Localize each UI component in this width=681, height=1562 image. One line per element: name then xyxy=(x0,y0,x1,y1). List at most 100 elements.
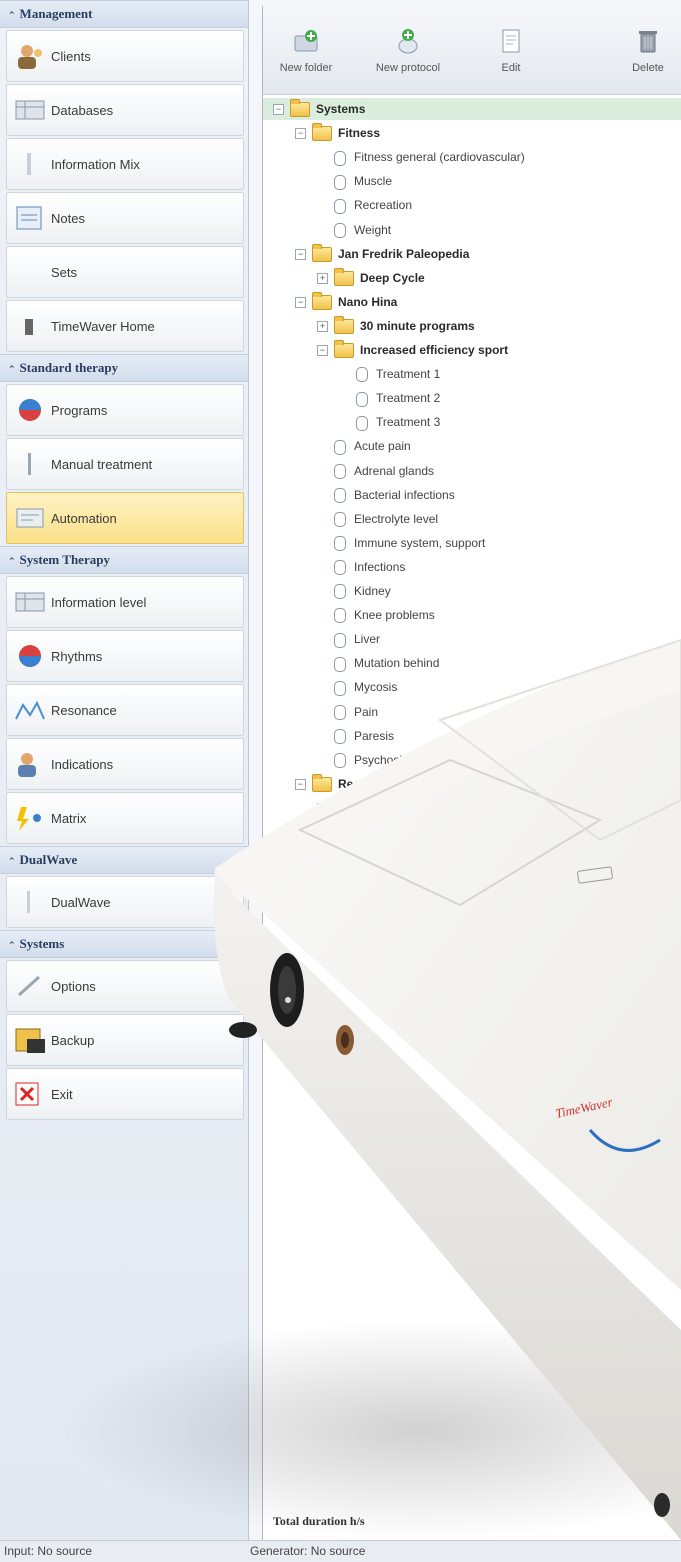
sidebar-item-clients[interactable]: Clients xyxy=(6,30,244,82)
expand-icon[interactable]: + xyxy=(317,273,328,285)
tree-protocol[interactable]: Knee problems xyxy=(263,604,435,626)
tree-protocol[interactable]: Electrolyte level xyxy=(263,508,438,530)
tree-protocol[interactable]: Treatment 1 xyxy=(263,363,440,385)
collapse-icon[interactable]: − xyxy=(295,297,306,309)
sidebar-item-matrix[interactable]: Matrix xyxy=(6,792,244,844)
tree-protocol[interactable]: Acute pain xyxy=(263,435,411,457)
tree-item-label: Kidney xyxy=(354,584,391,598)
sidebar-item-label: Resonance xyxy=(51,702,117,718)
protocol-icon xyxy=(356,367,368,383)
sidebar-item-exit[interactable]: Exit xyxy=(6,1068,244,1120)
sidebar-item-databases[interactable]: Databases xyxy=(6,84,244,136)
sidebar-item-label: Automation xyxy=(51,510,117,526)
expand-icon[interactable]: + xyxy=(317,803,328,815)
collapse-icon[interactable]: − xyxy=(295,248,306,260)
sidebar-item-timewaver-home[interactable]: TimeWaver Home xyxy=(6,300,244,352)
section-header-standard-therapy[interactable]: ⌃ Standard therapy xyxy=(0,354,248,382)
expand-icon[interactable]: + xyxy=(317,321,328,333)
section-header-system-therapy[interactable]: ⌃ System Therapy xyxy=(0,546,248,574)
tree-item-label: 30 minute programs xyxy=(360,318,475,333)
sidebar-item-label: DualWave xyxy=(51,894,111,910)
tree-folder[interactable]: + Fakleme xyxy=(263,797,408,819)
sidebar-item-programs[interactable]: Programs xyxy=(6,384,244,436)
tree-protocol[interactable]: Pain xyxy=(263,701,378,723)
collapse-icon[interactable]: − xyxy=(295,779,306,791)
tree-folder[interactable]: − Nano Hina xyxy=(263,291,397,313)
tree-protocol[interactable]: Mycosis xyxy=(263,676,397,698)
expand-icon[interactable]: + xyxy=(295,875,306,887)
tree-item-label: Infections xyxy=(354,559,406,574)
tree-protocol[interactable]: Adrenal glands xyxy=(263,460,434,482)
sidebar-item-options[interactable]: Options xyxy=(6,960,244,1012)
tree-item-label: Psychosis xyxy=(354,752,409,767)
sidebar-item-notes[interactable]: Notes xyxy=(6,192,244,244)
tree-protocol[interactable]: Treatment 2 xyxy=(263,387,440,409)
sidebar-item-dualwave[interactable]: DualWave xyxy=(6,876,244,928)
delete-button[interactable]: Delete xyxy=(613,26,681,74)
tree-folder[interactable]: − RegeScope xyxy=(263,773,403,795)
new-folder-button[interactable]: New folder xyxy=(271,26,341,74)
folder-icon xyxy=(334,316,354,335)
tree-folder[interactable]: +30 minute programs xyxy=(263,315,475,337)
collapse-icon[interactable]: − xyxy=(273,104,284,116)
tree-item-label: Acute pain xyxy=(354,439,411,454)
tree-folder[interactable]: − Increased efficiency sport xyxy=(263,339,508,361)
tree-protocol[interactable]: Weight xyxy=(263,219,391,241)
tree-protocol[interactable]: Treatment 3 xyxy=(263,411,440,433)
sidebar-item-manual-treatment[interactable]: Manual treatment xyxy=(6,438,244,490)
edit-button[interactable]: Edit xyxy=(476,26,546,74)
trash-icon xyxy=(633,26,663,56)
delete-label: Delete xyxy=(632,62,664,74)
tree-protocol[interactable]: Infections xyxy=(263,556,405,578)
tree-folder[interactable]: − Fitness xyxy=(263,122,380,144)
sidebar-item-sets[interactable]: Sets xyxy=(6,246,244,298)
tree-folder[interactable]: − Systems xyxy=(263,98,681,120)
collapse-icon[interactable]: − xyxy=(317,345,328,357)
tree-protocol[interactable]: Bacterial infections xyxy=(263,484,455,506)
sidebar-item-automation[interactable]: Automation xyxy=(6,492,244,544)
sidebar-item-backup[interactable]: Backup xyxy=(6,1014,244,1066)
expand-icon[interactable]: + xyxy=(295,899,306,911)
tree-protocol[interactable]: Liver xyxy=(263,628,380,650)
backup-icon xyxy=(13,1025,47,1055)
tree-protocol[interactable]: Recreation xyxy=(263,194,412,216)
folder-icon xyxy=(290,99,310,118)
sidebar-item-indications[interactable]: Indications xyxy=(6,738,244,790)
tree-folder[interactable]: − User xyxy=(263,845,681,868)
protocol-icon xyxy=(334,512,346,528)
expand-icon[interactable]: + xyxy=(317,827,328,839)
tree-protocol[interactable]: Fitness general (cardiovascular) xyxy=(263,146,525,168)
folder-icon xyxy=(312,894,332,913)
sidebar-item-resonance[interactable]: Resonance xyxy=(6,684,244,736)
section-header-systems[interactable]: ⌃ Systems xyxy=(0,930,248,958)
tree-item-label: Deep Cycle xyxy=(360,270,425,285)
tree-protocol[interactable]: Muscle xyxy=(263,170,392,192)
chevron-up-icon: ⌃ xyxy=(8,556,16,566)
tree-folder[interactable]: + Deep Cycle xyxy=(263,267,425,289)
tree-folder[interactable]: + Meridiane xyxy=(263,821,416,843)
tree-item-label: Nano Hina xyxy=(338,294,398,309)
tree-protocol[interactable]: Immune system, support xyxy=(263,532,485,554)
collapse-icon[interactable]: − xyxy=(273,851,284,863)
tree-item-label: Treatment 3 xyxy=(376,415,441,430)
tree-protocol[interactable]: Mutation behind xyxy=(263,652,439,674)
tree-protocol[interactable]: Paresis xyxy=(263,725,394,747)
tree-protocol[interactable]: Psychosis xyxy=(263,749,408,771)
sidebar-item-rhythms[interactable]: Rhythms xyxy=(6,630,244,682)
protocol-icon xyxy=(334,680,346,696)
sidebar-item-information-level[interactable]: Information level xyxy=(6,576,244,628)
sidebar-item-information-mix[interactable]: Information Mix xyxy=(6,138,244,190)
toolbar: New folder New protocol Edit Delete xyxy=(263,6,681,95)
tree-folder[interactable]: − Jan Fredrik Paleopedia xyxy=(263,243,469,265)
section-header-dualwave[interactable]: ⌃ DualWave xyxy=(0,846,248,874)
new-protocol-button[interactable]: New protocol xyxy=(373,26,443,74)
tree-folder[interactable]: + Fitness xyxy=(263,869,380,891)
section-header-management[interactable]: ⌃ Management xyxy=(0,0,248,28)
tree-item-label: RegeScope xyxy=(338,776,404,791)
tree-protocol[interactable]: Kidney xyxy=(263,580,391,602)
new-folder-label: New folder xyxy=(279,62,333,74)
tree-folder[interactable]: + Nano Hina Gold Cycle xyxy=(263,893,463,915)
collapse-icon[interactable]: − xyxy=(295,128,306,140)
protocol-icon xyxy=(334,536,346,552)
generator-status: Generator: No source xyxy=(250,1544,366,1558)
